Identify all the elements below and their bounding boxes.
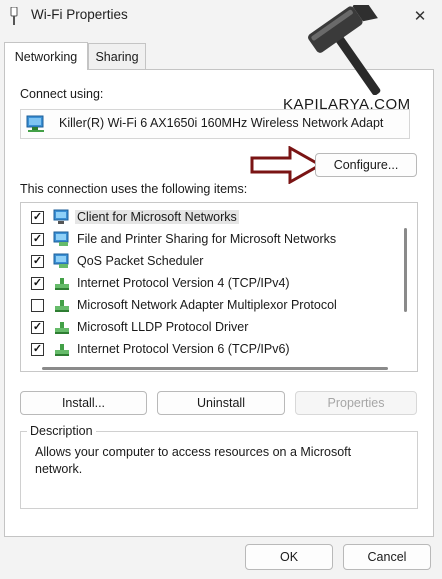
item-label: Client for Microsoft Networks (75, 210, 239, 224)
description-text: Allows your computer to access resources… (35, 445, 352, 476)
ok-button[interactable]: OK (245, 544, 333, 570)
item-label: File and Printer Sharing for Microsoft N… (77, 232, 337, 246)
tab-networking[interactable]: Networking (4, 42, 88, 70)
item-checkbox[interactable]: ✓ (31, 321, 44, 334)
item-checkbox[interactable]: ✓ (31, 343, 44, 356)
adapter-field: Killer(R) Wi-Fi 6 AX1650i 160MHz Wireles… (20, 109, 410, 139)
protocol-icon (55, 344, 69, 356)
install-button[interactable]: Install... (20, 391, 147, 415)
item-checkbox[interactable]: ✓ (31, 277, 44, 290)
protocol-icon (55, 322, 69, 334)
item-label: Internet Protocol Version 6 (TCP/IPv6) (77, 342, 290, 356)
hammer-logo-icon (308, 5, 381, 95)
horizontal-scrollbar[interactable] (42, 367, 388, 370)
list-item[interactable]: ✓ Internet Protocol Version 6 (TCP/IPv6) (21, 339, 401, 360)
item-label: Microsoft Network Adapter Multiplexor Pr… (77, 298, 337, 312)
properties-button: Properties (295, 391, 417, 415)
protocol-icon (55, 300, 69, 312)
network-adapter-icon (26, 115, 44, 132)
sharing-icon (53, 231, 69, 246)
item-checkbox[interactable]: ✓ (31, 233, 44, 246)
annotation-arrow-icon (250, 146, 322, 184)
uninstall-button[interactable]: Uninstall (157, 391, 285, 415)
window-title: Wi-Fi Properties (31, 7, 128, 22)
item-checkbox[interactable] (31, 299, 44, 312)
item-label: Internet Protocol Version 4 (TCP/IPv4) (77, 276, 290, 290)
list-item[interactable]: ✓ Internet Protocol Version 4 (TCP/IPv4) (21, 273, 401, 294)
client-icon (53, 209, 69, 224)
vertical-scrollbar[interactable] (404, 228, 407, 312)
item-checkbox[interactable]: ✓ (31, 255, 44, 268)
list-item[interactable]: ✓ File and Printer Sharing for Microsoft… (21, 229, 401, 250)
list-item[interactable]: Microsoft Network Adapter Multiplexor Pr… (21, 295, 401, 316)
item-checkbox[interactable]: ✓ (31, 211, 44, 224)
list-item[interactable]: ✓ Client for Microsoft Networks (21, 207, 401, 228)
protocol-icon (55, 278, 69, 290)
item-label: QoS Packet Scheduler (77, 254, 204, 268)
tab-sharing[interactable]: Sharing (88, 43, 146, 69)
watermark-text: KAPILARYA.COM (283, 96, 411, 113)
cancel-button[interactable]: Cancel (343, 544, 431, 570)
items-list[interactable]: ✓ Client for Microsoft Networks ✓ File a… (20, 202, 418, 372)
items-label: This connection uses the following items… (20, 182, 248, 196)
description-title: Description (27, 424, 96, 438)
list-item[interactable]: ✓ Microsoft LLDP Protocol Driver (21, 317, 401, 338)
close-button[interactable]: ✕ (406, 3, 434, 29)
connect-using-label: Connect using: (20, 87, 104, 101)
configure-button[interactable]: Configure... (315, 153, 417, 177)
list-item[interactable]: ✓ QoS Packet Scheduler (21, 251, 401, 272)
wifi-adapter-icon (10, 7, 18, 25)
item-label: Microsoft LLDP Protocol Driver (77, 320, 249, 334)
scheduler-icon (53, 253, 69, 268)
adapter-name: Killer(R) Wi-Fi 6 AX1650i 160MHz Wireles… (59, 116, 384, 130)
